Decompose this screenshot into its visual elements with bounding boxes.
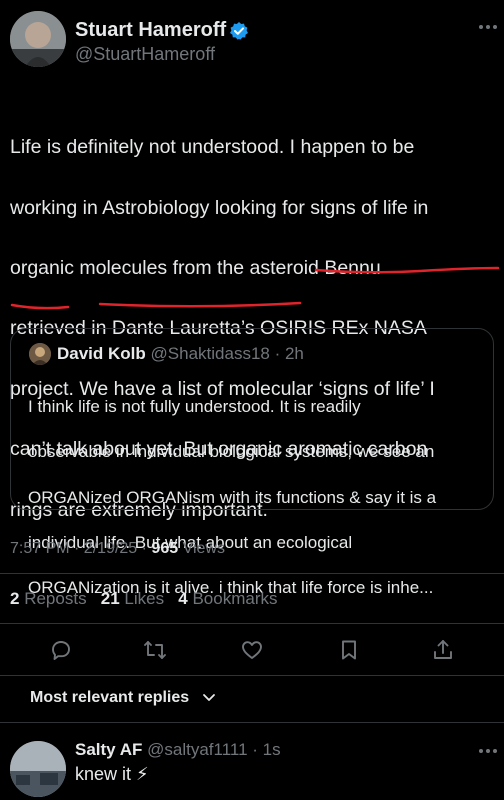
- likes-label: Likes: [124, 589, 165, 608]
- likes-stat[interactable]: 21 Likes: [101, 589, 164, 608]
- bookmarks-stat[interactable]: 4 Bookmarks: [178, 589, 277, 608]
- divider: [0, 573, 504, 574]
- bookmark-icon[interactable]: [337, 638, 361, 662]
- tweet-meta: 7:57 PM · 2/19/25 · 965 Views: [10, 540, 225, 558]
- quote-line: ORGANized ORGANism with its functions & …: [28, 487, 437, 507]
- tweet-timestamp[interactable]: 7:57 PM · 2/19/25 ·: [10, 540, 147, 557]
- reply-text: knew it ⚡: [75, 764, 149, 784]
- like-icon[interactable]: [240, 638, 264, 662]
- reply-time: · 1s: [252, 740, 281, 759]
- replies-sort-label: Most relevant replies: [30, 689, 190, 706]
- reposts-stat[interactable]: 2 Reposts: [10, 589, 87, 608]
- quote-text: I think life is not fully understood. It…: [28, 373, 490, 623]
- quote-line: I think life is not fully understood. It…: [28, 396, 361, 416]
- engagement-stats: 2 Reposts 21 Likes 4 Bookmarks: [10, 589, 278, 609]
- quote-line: observable in individual biological syst…: [28, 442, 435, 462]
- quote-avatar: [29, 343, 51, 365]
- chevron-down-icon: [202, 693, 216, 703]
- reply-icon[interactable]: [49, 638, 73, 662]
- reply-avatar[interactable]: [10, 741, 66, 797]
- quote-author-name: David Kolb: [57, 344, 146, 363]
- red-underline-annotation: [10, 266, 500, 310]
- divider: [0, 675, 504, 676]
- quote-time: · 2h: [274, 344, 304, 363]
- divider: [0, 623, 504, 624]
- reposts-count: 2: [10, 589, 20, 608]
- divider: [0, 722, 504, 723]
- quote-author-handle: @Shaktidass18: [150, 344, 270, 363]
- views-label: Views: [182, 540, 225, 557]
- views-count: 965: [151, 540, 179, 557]
- reposts-label: Reposts: [24, 589, 87, 608]
- more-icon[interactable]: [478, 748, 498, 754]
- share-icon[interactable]: [431, 638, 455, 662]
- bookmarks-count: 4: [178, 589, 188, 608]
- reply-author-handle[interactable]: @saltyaf1111: [147, 740, 247, 759]
- reply-author-name[interactable]: Salty AF: [75, 740, 142, 759]
- likes-count: 21: [100, 589, 120, 608]
- bookmarks-label: Bookmarks: [192, 589, 278, 608]
- replies-sort-dropdown[interactable]: Most relevant replies: [30, 689, 216, 707]
- repost-icon[interactable]: [143, 638, 167, 662]
